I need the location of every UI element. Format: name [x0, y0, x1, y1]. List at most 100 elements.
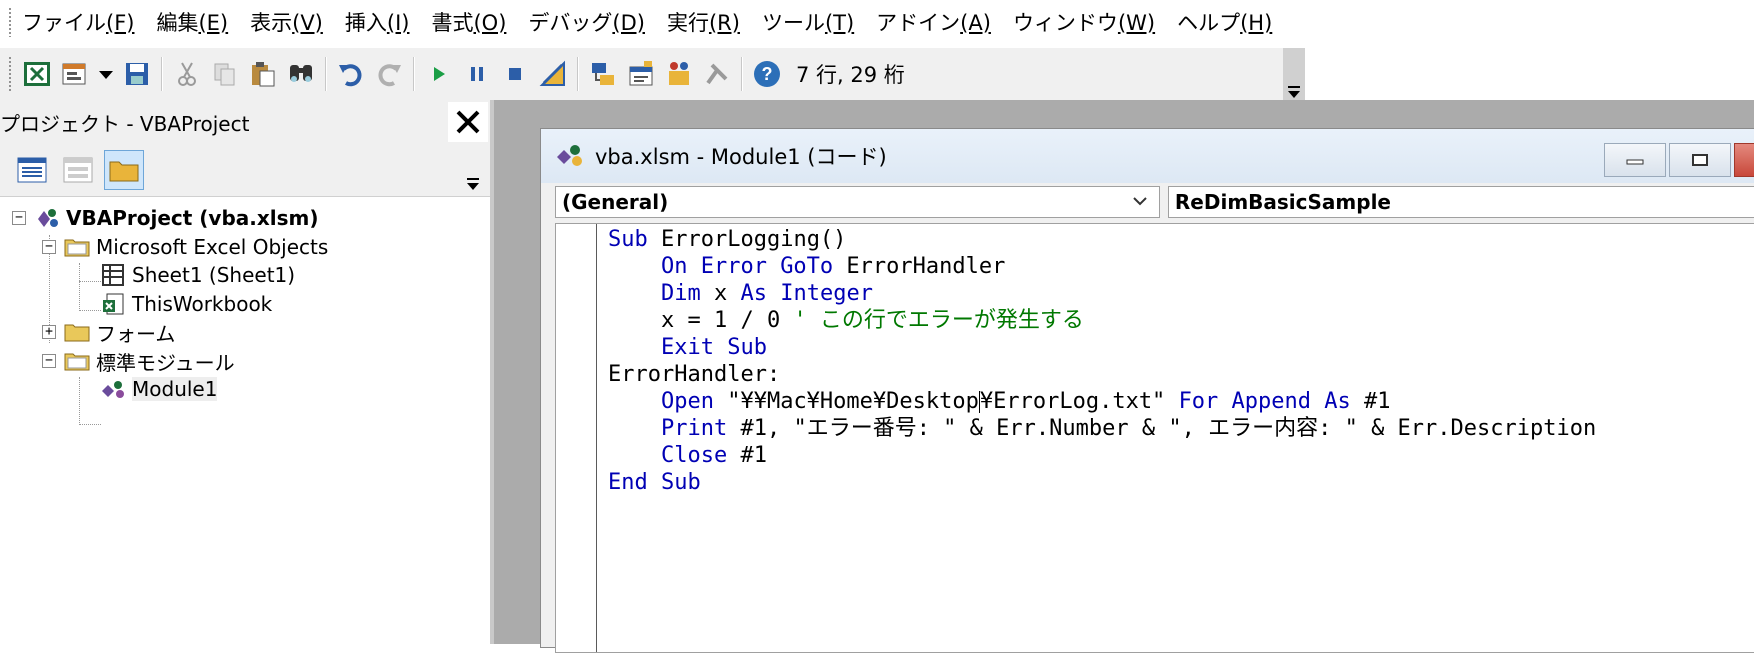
- menu-item-label: ファイル: [22, 11, 106, 35]
- save-icon[interactable]: [120, 57, 154, 91]
- code-text: #1, "エラー番号: " & Err.Number & ", エラー内容: "…: [727, 416, 1597, 441]
- code-text: "¥¥Mac¥Home¥Desktop: [713, 389, 979, 414]
- menu-item[interactable]: ウィンドウ(W): [1013, 7, 1155, 37]
- menu-item[interactable]: 表示(V): [250, 7, 323, 37]
- code-text: x: [700, 281, 741, 306]
- close-button[interactable]: [1734, 143, 1754, 177]
- menu-item-accelerator: (F): [106, 11, 135, 35]
- toolbar-separator: [741, 57, 743, 91]
- toolbar-grip[interactable]: [8, 56, 12, 92]
- project-explorer-toolbar: [0, 144, 490, 197]
- menu-item[interactable]: ヘルプ(H): [1177, 7, 1272, 37]
- code-lines: Sub ErrorLogging() On Error GoTo ErrorHa…: [608, 226, 1596, 496]
- tree-node-label: VBAProject (vba.xlsm): [66, 206, 319, 230]
- code-keyword: End Sub: [608, 470, 701, 495]
- object-combo[interactable]: (General): [555, 186, 1160, 218]
- menu-item[interactable]: ファイル(F): [22, 7, 134, 37]
- menu-item-accelerator: (T): [824, 11, 855, 35]
- object-browser-icon[interactable]: [662, 57, 696, 91]
- code-line: End Sub: [608, 469, 1596, 496]
- menubar-grip[interactable]: [8, 7, 12, 37]
- cut-icon[interactable]: [170, 57, 204, 91]
- code-text: x = 1 / 0: [608, 308, 794, 333]
- menu-item[interactable]: アドイン(A): [876, 7, 991, 37]
- code-text: #1: [1350, 389, 1391, 414]
- view-object-icon: [63, 157, 93, 183]
- menu-item[interactable]: ツール(T): [762, 7, 854, 37]
- menu-item-label: ヘルプ: [1177, 11, 1241, 35]
- tree-node-label: Sheet1 (Sheet1): [132, 263, 296, 287]
- menu-item[interactable]: デバッグ(D): [528, 7, 645, 37]
- tree-node-module1[interactable]: Module1: [100, 374, 218, 404]
- view-excel-icon[interactable]: [20, 57, 54, 91]
- code-keyword: Sub: [608, 227, 648, 252]
- folder-icon: [109, 161, 139, 182]
- code-text: ErrorLogging(): [647, 227, 847, 252]
- view-object-button[interactable]: [58, 150, 98, 190]
- code-keyword: As Integer: [740, 281, 873, 306]
- code-editor[interactable]: Sub ErrorLogging() On Error GoTo ErrorHa…: [555, 223, 1754, 653]
- code-window-titlebar: vba.xlsm - Module1 (コード): [541, 129, 1754, 183]
- code-margin-indicator-bar[interactable]: [556, 224, 597, 652]
- folder-open-icon: [64, 234, 90, 260]
- collapse-toggle[interactable]: −: [12, 211, 26, 225]
- insert-userform-icon[interactable]: [58, 57, 92, 91]
- help-icon[interactable]: ?: [750, 57, 784, 91]
- project-tree: − VBAProject (vba.xlsm) − Microsoft Exce…: [0, 197, 490, 425]
- tree-node-vbaproject[interactable]: − VBAProject (vba.xlsm): [12, 203, 319, 233]
- procedure-combo[interactable]: ReDimBasicSample: [1167, 186, 1754, 218]
- restore-button[interactable]: [1669, 143, 1731, 177]
- break-icon[interactable]: [460, 57, 494, 91]
- object-combo-value: (General): [562, 190, 669, 214]
- find-icon[interactable]: [284, 57, 318, 91]
- tree-node-modules[interactable]: − 標準モジュール: [42, 346, 235, 376]
- tree-node-sheet1[interactable]: Sheet1 (Sheet1): [100, 260, 295, 290]
- menu-item[interactable]: 実行(R): [667, 7, 740, 37]
- project-explorer-icon[interactable]: [586, 57, 620, 91]
- collapse-toggle[interactable]: −: [42, 354, 56, 368]
- toolbar-overflow-button[interactable]: [1283, 48, 1305, 100]
- folder-icon: [64, 319, 90, 345]
- toolbox-icon[interactable]: [700, 57, 734, 91]
- minimize-icon: [1626, 159, 1644, 165]
- project-explorer-close-button[interactable]: [448, 102, 488, 142]
- menu-item-accelerator: (I): [386, 11, 410, 35]
- menu-item[interactable]: 編集(E): [156, 7, 228, 37]
- menu-item-accelerator: (R): [708, 11, 740, 35]
- tree-node-forms[interactable]: + フォーム: [42, 317, 175, 347]
- menu-item-accelerator: (A): [960, 11, 991, 35]
- expand-toggle[interactable]: +: [42, 325, 56, 339]
- code-keyword: Print: [660, 416, 728, 441]
- workbook-icon: [100, 291, 126, 317]
- minimize-button[interactable]: [1604, 143, 1666, 177]
- tree-node-label: Module1: [132, 377, 218, 401]
- tree-node-label: 標準モジュール: [96, 350, 235, 375]
- cursor-position-status: 7 行, 29 桁: [790, 53, 1162, 95]
- properties-icon[interactable]: [624, 57, 658, 91]
- menu-item-accelerator: (D): [612, 11, 645, 35]
- undo-icon[interactable]: [334, 57, 368, 91]
- design-mode-icon[interactable]: [536, 57, 570, 91]
- menu-item-label: 編集: [156, 11, 199, 35]
- menu-item[interactable]: 挿入(I): [345, 7, 410, 37]
- copy-icon[interactable]: [208, 57, 242, 91]
- run-icon[interactable]: [422, 57, 456, 91]
- project-explorer-panel: プロジェクト - VBAProject − VBAProject (vba.xl…: [0, 100, 494, 644]
- paste-icon[interactable]: [246, 57, 280, 91]
- collapse-toggle[interactable]: −: [42, 240, 56, 254]
- tree-node-label: Microsoft Excel Objects: [96, 235, 329, 259]
- menu-item[interactable]: 書式(O): [431, 7, 506, 37]
- redo-icon[interactable]: [372, 57, 406, 91]
- tree-node-label: フォーム: [96, 321, 176, 346]
- tree-node-thisworkbook[interactable]: ThisWorkbook: [100, 289, 272, 319]
- tree-node-excel-objects[interactable]: − Microsoft Excel Objects: [42, 232, 328, 262]
- project-toolbar-overflow-button[interactable]: [462, 150, 484, 192]
- code-line: Exit Sub: [608, 334, 1596, 361]
- reset-icon[interactable]: [498, 57, 532, 91]
- toggle-folders-button[interactable]: [104, 150, 144, 190]
- view-code-button[interactable]: [12, 150, 52, 190]
- insert-dropdown-icon[interactable]: [96, 57, 116, 91]
- code-keyword: For Append As: [1178, 389, 1351, 414]
- code-keyword: Close: [660, 443, 728, 468]
